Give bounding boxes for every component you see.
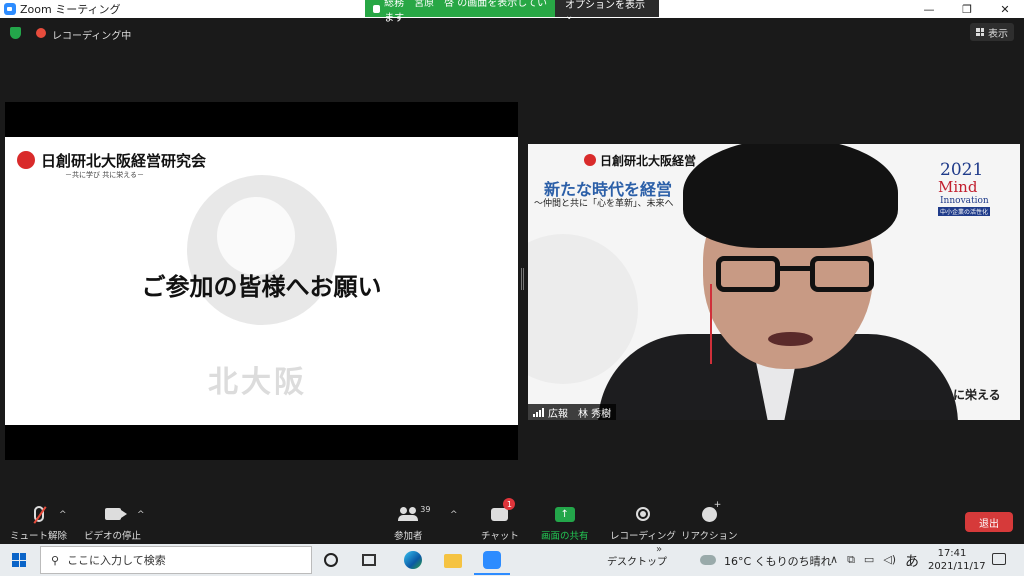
video-options-caret[interactable]: ^ — [137, 510, 145, 520]
network-icon[interactable]: ⧉ — [847, 553, 855, 567]
meeting-top-bar: レコーディング中 表示 — [0, 18, 1024, 48]
speaker-icon — [373, 4, 381, 13]
windows-start-icon[interactable] — [12, 553, 26, 567]
chat-unread-badge: 1 — [503, 498, 516, 510]
chat-button[interactable]: 1 チャット — [481, 498, 519, 542]
clock-date: 2021/11/17 — [928, 561, 986, 572]
participant-name-tag: 広報 林 秀樹 — [528, 404, 617, 420]
shared-screen: 北大阪 日創研北大阪経営研究会 －共に学び 共に栄える－ ご参加の皆様へお願い — [5, 102, 518, 460]
background-subtitle: ～仲間と共に「心を革新」、未来へ — [534, 199, 674, 209]
window-title: Zoom ミーティング — [20, 3, 121, 16]
grid-view-icon — [976, 28, 984, 36]
org-tagline: －共に学び 共に栄える－ — [65, 171, 145, 179]
reactions-label: リアクション — [681, 531, 738, 542]
close-button[interactable]: ✕ — [986, 0, 1024, 18]
participant-count: 39 — [420, 505, 431, 514]
zoom-meeting-window: Zoom ミーティング 総務 宮原 啓 の画面を表示しています オプションを表示… — [0, 0, 1024, 576]
glasses-bridge — [778, 266, 812, 271]
participant-name: 広報 林 秀樹 — [548, 408, 612, 420]
slide-headline: ご参加の皆様へお願い — [141, 273, 382, 301]
glasses-right — [810, 256, 874, 292]
taskbar-search-box[interactable]: ⚲ ここに入力して検索 — [40, 546, 312, 574]
tray-expand-icon[interactable]: ∧ — [830, 553, 838, 567]
windows-taskbar: ⚲ ここに入力して検索 デスクトップ » 16°C くもりのち晴れ ∧ ⧉ ▭ … — [0, 544, 1024, 576]
leave-button[interactable]: 退出 — [965, 512, 1013, 532]
meeting-toolbar: ミュート解除 ^ ビデオの停止 ^ 39 参加者 ^ 1 チャット ↑ 画面の共… — [0, 498, 1024, 544]
cortana-icon[interactable] — [324, 553, 338, 567]
view-button[interactable]: 表示 — [970, 23, 1014, 41]
view-options-button[interactable]: オプションを表示 ⌄ — [555, 0, 659, 22]
recording-icon — [36, 28, 46, 38]
volume-icon[interactable]: ◁) — [883, 553, 896, 567]
background-org-logo-icon — [584, 154, 596, 166]
org-logo-icon — [17, 151, 35, 169]
view-label: 表示 — [988, 28, 1008, 40]
desktop-toolbar-label[interactable]: デスクトップ — [607, 553, 667, 568]
security-shield-icon[interactable] — [10, 27, 21, 39]
record-icon — [635, 507, 650, 521]
watermark-logo-icon — [187, 175, 337, 325]
active-app-indicator — [474, 573, 510, 575]
clock-time: 17:41 — [937, 548, 967, 559]
file-explorer-icon[interactable] — [444, 554, 462, 568]
ime-indicator[interactable]: あ — [905, 551, 919, 571]
camera-icon — [104, 508, 127, 520]
search-placeholder: ここに入力して検索 — [67, 554, 166, 567]
stop-video-label: ビデオの停止 — [84, 531, 142, 542]
sharer-indicator: 総務 宮原 啓 の画面を表示しています — [365, 0, 555, 24]
participants-icon — [398, 507, 419, 521]
participants-options-caret[interactable]: ^ — [450, 510, 458, 520]
stop-video-button[interactable]: ビデオの停止 — [84, 504, 141, 542]
zoom-taskbar-icon[interactable] — [483, 551, 501, 569]
record-button[interactable]: レコーディング — [610, 504, 676, 542]
zoom-logo-icon — [4, 3, 16, 15]
share-screen-button[interactable]: ↑ 画面の共有 — [541, 504, 589, 542]
share-screen-icon: ↑ — [554, 506, 575, 522]
minimize-button[interactable]: — — [910, 0, 948, 18]
weather-cloud-icon — [700, 555, 716, 565]
toolbar-expand-chevron[interactable]: » — [656, 544, 662, 555]
watermark-text: 北大阪 — [208, 365, 307, 400]
restore-button[interactable]: ❐ — [948, 0, 986, 18]
record-label: レコーディング — [610, 531, 676, 542]
notification-center-icon[interactable] — [992, 553, 1006, 565]
participants-button[interactable]: 39 参加者 — [394, 504, 430, 542]
share-screen-label: 画面の共有 — [541, 531, 589, 542]
badge-tag: 中小企業の活性化 — [938, 207, 991, 216]
badge-innovation: Innovation — [940, 196, 989, 206]
battery-icon[interactable]: ▭ — [864, 553, 874, 567]
background-org-name: 日創研北大阪経営 — [600, 154, 697, 168]
muted-mic-icon — [33, 506, 44, 522]
taskbar-clock[interactable]: 17:41 2021/11/17 — [928, 547, 986, 573]
unmute-label: ミュート解除 — [10, 531, 68, 542]
signal-strength-icon — [533, 407, 544, 417]
background-tail-text: に栄える — [953, 388, 1001, 402]
badge-year: 2021 — [940, 160, 984, 180]
task-view-icon[interactable] — [362, 554, 376, 566]
window-controls: — ❐ ✕ — [910, 0, 1024, 18]
person-mouth — [768, 332, 813, 346]
chat-label: チャット — [481, 531, 519, 542]
system-tray: ∧ ⧉ ▭ ◁) — [830, 553, 896, 567]
presentation-slide: 北大阪 日創研北大阪経営研究会 －共に学び 共に栄える－ ご参加の皆様へお願い — [5, 137, 518, 425]
reaction-icon — [701, 500, 721, 522]
recording-status[interactable]: レコーディング中 — [52, 27, 131, 42]
screen-share-banner: 総務 宮原 啓 の画面を表示しています オプションを表示 ⌄ — [365, 0, 659, 24]
participant-video-tile[interactable]: 日創研北大阪経営 新たな時代を経営 ～仲間と共に「心を革新」、未来へ 2021 … — [528, 144, 1020, 420]
audio-options-caret[interactable]: ^ — [59, 510, 67, 520]
glasses-left — [716, 256, 780, 292]
search-icon: ⚲ — [51, 553, 60, 567]
earphone-wire — [710, 284, 716, 364]
org-name: 日創研北大阪経営研究会 — [41, 152, 207, 170]
participants-label: 参加者 — [394, 531, 423, 542]
person-hair — [683, 144, 898, 248]
reactions-button[interactable]: リアクション — [681, 500, 738, 543]
split-view-handle[interactable] — [521, 268, 524, 290]
edge-browser-icon[interactable] — [404, 551, 422, 569]
weather-widget[interactable]: 16°C くもりのち晴れ — [724, 553, 832, 569]
badge-mind: Mind — [938, 178, 978, 196]
